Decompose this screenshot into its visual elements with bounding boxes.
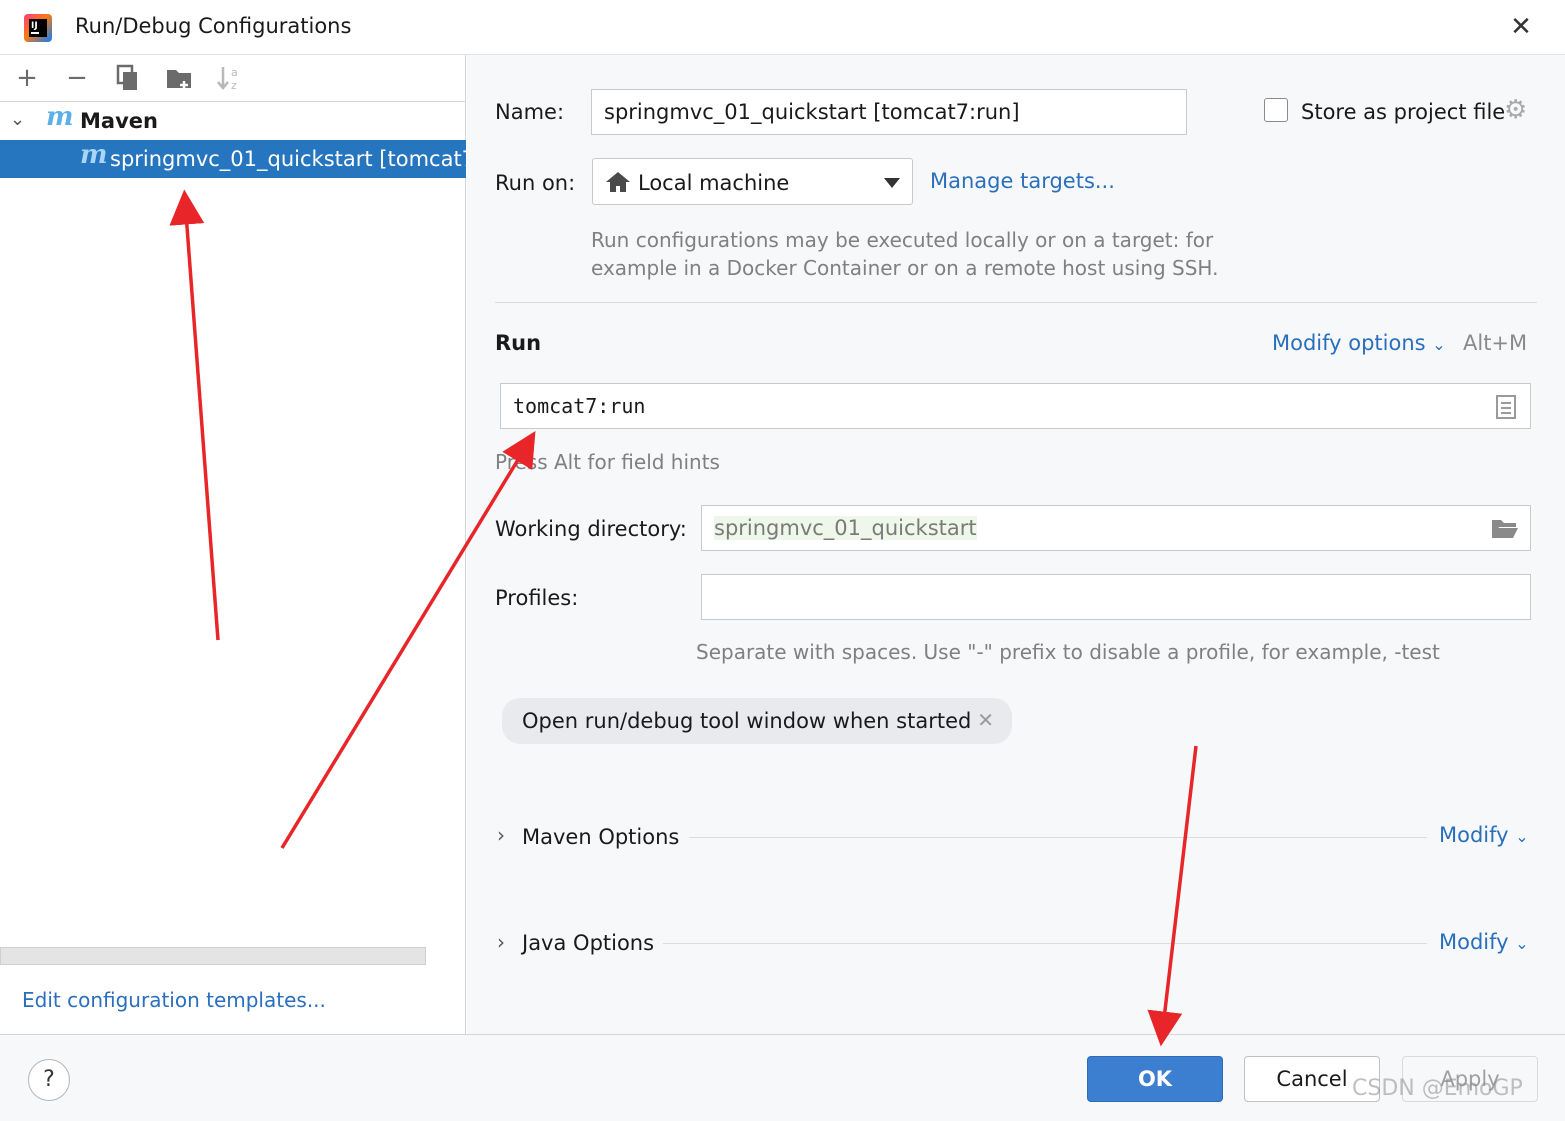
copy-configuration-icon[interactable]: [113, 63, 143, 93]
dropdown-arrow-icon: [884, 178, 900, 188]
working-directory-value: springmvc_01_quickstart: [714, 516, 977, 540]
dialog-button-bar: ? OK Cancel Apply: [0, 1034, 1565, 1121]
move-into-folder-icon[interactable]: [164, 63, 194, 93]
modify-options-label: Modify options: [1272, 331, 1426, 355]
chevron-right-icon[interactable]: ›: [497, 823, 505, 847]
ok-button[interactable]: OK: [1087, 1056, 1223, 1102]
folder-icon[interactable]: [1490, 516, 1520, 540]
chip-label: Open run/debug tool window when started: [522, 709, 972, 733]
run-on-value: Local machine: [638, 171, 790, 195]
chevron-down-icon[interactable]: ⌄: [10, 109, 25, 130]
chevron-down-icon: ⌄: [1515, 827, 1529, 846]
profiles-input[interactable]: [701, 574, 1531, 620]
modify-label: Modify: [1439, 930, 1509, 954]
profiles-hint: Separate with spaces. Use "-" prefix to …: [696, 640, 1440, 664]
java-options-modify-link[interactable]: Modify ⌄: [1439, 930, 1529, 954]
run-on-hint-line2: example in a Docker Container or on a re…: [591, 256, 1219, 280]
configurations-sidebar: + − az ⌄ m Maven m springmvc_01_quicksta…: [0, 55, 466, 1034]
name-input[interactable]: springmvc_01_quickstart [tomcat7:run]: [591, 89, 1187, 135]
sidebar-toolbar: + − az: [0, 55, 466, 102]
maven-options-modify-link[interactable]: Modify ⌄: [1439, 823, 1529, 847]
home-icon: [606, 172, 630, 192]
run-section-title: Run: [495, 331, 542, 355]
remove-configuration-icon[interactable]: −: [62, 63, 92, 93]
maven-options-label[interactable]: Maven Options: [522, 825, 679, 849]
tree-item-configuration[interactable]: m springmvc_01_quickstart [tomcat7:run]: [0, 140, 466, 178]
divider: [495, 302, 1537, 303]
working-directory-label: Working directory:: [495, 517, 687, 541]
help-button[interactable]: ?: [28, 1059, 70, 1101]
tree-group-label: Maven: [80, 109, 158, 133]
name-label: Name:: [495, 100, 565, 124]
divider: [663, 943, 1427, 944]
run-on-dropdown[interactable]: Local machine: [592, 158, 913, 205]
divider: [689, 837, 1427, 838]
svg-text:a: a: [231, 66, 238, 79]
configuration-tree: ⌄ m Maven m springmvc_01_quickstart [tom…: [0, 102, 466, 178]
run-on-label: Run on:: [495, 171, 576, 195]
store-as-project-file-checkbox[interactable]: [1264, 98, 1288, 122]
maven-icon: m: [46, 102, 74, 132]
chevron-down-icon: ⌄: [1515, 934, 1529, 953]
title-bar: IJ Run/Debug Configurations ✕: [0, 0, 1565, 55]
close-icon[interactable]: ✕: [1506, 12, 1536, 42]
open-tool-window-option-chip[interactable]: Open run/debug tool window when started …: [502, 698, 1012, 744]
tree-group-maven[interactable]: ⌄ m Maven: [0, 102, 466, 140]
svg-text:z: z: [231, 79, 237, 92]
sort-configurations-icon[interactable]: az: [214, 63, 244, 93]
modify-options-link[interactable]: Modify options ⌄: [1272, 331, 1446, 355]
field-hints-text: Press Alt for field hints: [495, 450, 720, 474]
working-directory-input[interactable]: springmvc_01_quickstart: [701, 505, 1531, 551]
tree-item-label: springmvc_01_quickstart [tomcat7:run]: [110, 147, 466, 171]
modify-options-shortcut: Alt+M: [1463, 331, 1528, 355]
add-configuration-icon[interactable]: +: [12, 63, 42, 93]
profiles-label: Profiles:: [495, 586, 579, 610]
expand-editor-icon[interactable]: [1495, 394, 1517, 420]
edit-templates-link[interactable]: Edit configuration templates...: [22, 988, 326, 1012]
configuration-editor: Name: springmvc_01_quickstart [tomcat7:r…: [467, 55, 1565, 1034]
gear-icon[interactable]: ⚙: [1504, 95, 1527, 125]
chevron-right-icon[interactable]: ›: [497, 930, 505, 954]
close-icon[interactable]: ✕: [977, 708, 994, 732]
store-as-project-file-label[interactable]: Store as project file: [1301, 100, 1505, 124]
horizontal-scrollbar[interactable]: [0, 947, 426, 965]
watermark: CSDN @EmoGP: [1352, 1076, 1523, 1101]
maven-icon: m: [80, 140, 108, 170]
run-on-hint-line1: Run configurations may be executed local…: [591, 228, 1214, 252]
window-title: Run/Debug Configurations: [75, 14, 352, 38]
modify-label: Modify: [1439, 823, 1509, 847]
chevron-down-icon: ⌄: [1432, 335, 1446, 354]
manage-targets-link[interactable]: Manage targets...: [930, 169, 1115, 193]
command-line-input[interactable]: tomcat7:run: [500, 383, 1531, 429]
intellij-app-icon: IJ: [24, 14, 52, 42]
java-options-label[interactable]: Java Options: [522, 931, 654, 955]
